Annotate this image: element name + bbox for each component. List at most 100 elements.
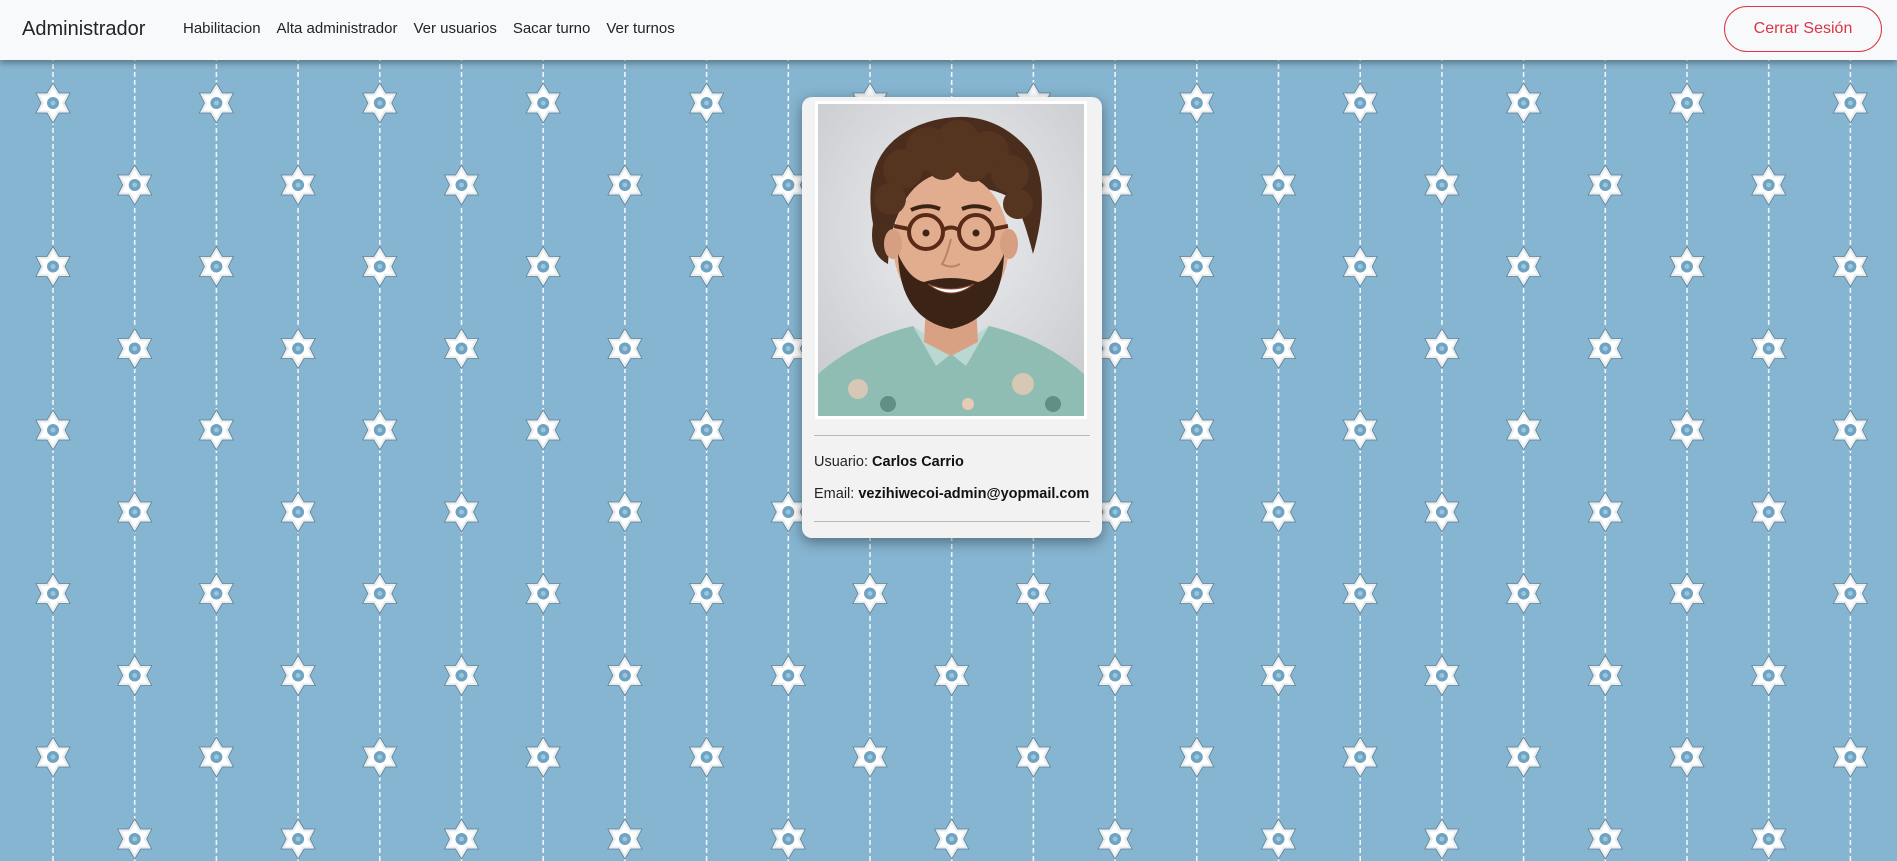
star-ornament-icon <box>1342 409 1378 451</box>
star-ornament-icon <box>444 655 479 696</box>
star-ornament-icon <box>1424 818 1460 860</box>
star-ornament-icon <box>35 82 71 124</box>
navbar-brand[interactable]: Administrador <box>22 16 145 42</box>
star-ornament-icon <box>198 82 234 124</box>
star-ornament-icon <box>1587 818 1623 860</box>
star-ornament-icon <box>1179 409 1215 451</box>
star-ornament-icon <box>35 409 71 451</box>
top-navbar: Administrador Habilitacion Alta administ… <box>0 0 1897 60</box>
nav-link-ver-turnos[interactable]: Ver turnos <box>598 20 682 38</box>
star-ornament-icon <box>1261 328 1296 369</box>
star-ornament-icon <box>1669 736 1705 778</box>
star-ornament-icon <box>1097 818 1133 860</box>
star-ornament-icon <box>1261 491 1296 533</box>
star-ornament-icon <box>1424 164 1460 206</box>
star-ornament-icon <box>1179 736 1215 778</box>
star-ornament-icon <box>1424 328 1460 369</box>
logout-button[interactable]: Cerrar Sesión <box>1724 6 1882 52</box>
star-ornament-icon <box>1097 164 1133 206</box>
star-ornament-icon <box>1751 328 1787 369</box>
star-ornament-icon <box>607 164 643 206</box>
star-ornament-icon <box>362 573 398 614</box>
star-ornament-icon <box>689 736 725 778</box>
user-info-line: Usuario: Carlos Carrio <box>814 454 964 470</box>
star-ornament-icon <box>1506 246 1542 287</box>
star-ornament-icon <box>1097 655 1133 696</box>
star-ornament-icon <box>525 246 561 287</box>
star-ornament-icon <box>1832 736 1868 778</box>
star-ornament-icon <box>1587 328 1623 369</box>
star-ornament-icon <box>1179 246 1215 287</box>
star-ornament-icon <box>770 328 806 369</box>
star-ornament-icon <box>770 818 806 860</box>
star-ornament-icon <box>1261 655 1296 696</box>
star-ornament-icon <box>525 82 561 124</box>
star-ornament-icon <box>198 246 234 287</box>
star-ornament-icon <box>689 246 725 287</box>
star-ornament-icon <box>1587 164 1623 206</box>
star-ornament-icon <box>362 82 398 124</box>
star-ornament-icon <box>1424 491 1460 533</box>
email-label: Email: <box>814 486 855 502</box>
star-ornament-icon <box>770 491 806 533</box>
star-ornament-icon <box>1751 164 1787 206</box>
star-ornament-icon <box>1261 818 1296 860</box>
star-ornament-icon <box>852 736 888 778</box>
star-ornament-icon <box>607 491 643 533</box>
star-ornament-icon <box>35 573 71 614</box>
star-ornament-icon <box>1097 491 1133 533</box>
star-ornament-icon <box>117 655 153 696</box>
star-ornament-icon <box>689 82 725 124</box>
star-ornament-icon <box>1832 246 1868 287</box>
star-ornament-icon <box>934 655 970 696</box>
nav-link-habilitacion[interactable]: Habilitacion <box>175 20 269 38</box>
star-ornament-icon <box>770 655 806 696</box>
star-ornament-icon <box>117 818 153 860</box>
star-ornament-icon <box>280 328 316 369</box>
star-ornament-icon <box>1424 655 1460 696</box>
star-ornament-icon <box>1751 818 1787 860</box>
star-ornament-icon <box>852 573 888 614</box>
star-ornament-icon <box>1587 491 1623 533</box>
star-ornament-icon <box>117 164 153 206</box>
star-ornament-icon <box>1751 655 1787 696</box>
divider-bottom <box>814 521 1090 522</box>
user-email: vezihiwecoi-admin@yopmail.com <box>858 486 1090 502</box>
star-ornament-icon <box>1669 573 1705 614</box>
star-ornament-icon <box>1342 736 1378 778</box>
star-ornament-icon <box>1179 573 1215 614</box>
star-ornament-icon <box>1261 164 1296 206</box>
star-ornament-icon <box>444 818 479 860</box>
star-ornament-icon <box>362 246 398 287</box>
star-ornament-icon <box>1506 736 1542 778</box>
star-ornament-icon <box>1342 246 1378 287</box>
star-ornament-icon <box>1751 491 1787 533</box>
star-ornament-icon <box>525 573 561 614</box>
divider-top <box>814 435 1090 436</box>
star-ornament-icon <box>934 818 970 860</box>
nav-link-sacar-turno[interactable]: Sacar turno <box>505 20 599 38</box>
nav-link-ver-usuarios[interactable]: Ver usuarios <box>405 20 504 38</box>
star-ornament-icon <box>198 736 234 778</box>
star-ornament-icon <box>1506 573 1542 614</box>
star-ornament-icon <box>198 409 234 451</box>
star-ornament-icon <box>117 328 153 369</box>
user-label: Usuario: <box>814 454 868 470</box>
star-ornament-icon <box>1179 82 1215 124</box>
star-ornament-icon <box>35 736 71 778</box>
profile-card: Usuario: Carlos Carrio Email: vezihiweco… <box>802 97 1102 538</box>
email-info-line: Email: vezihiwecoi-admin@yopmail.com <box>814 486 1089 502</box>
star-ornament-icon <box>525 409 561 451</box>
star-ornament-icon <box>1506 409 1542 451</box>
star-ornament-icon <box>280 818 316 860</box>
star-ornament-icon <box>1097 328 1133 369</box>
star-ornament-icon <box>1015 736 1051 778</box>
star-ornament-icon <box>1506 82 1542 124</box>
nav-link-alta-administrador[interactable]: Alta administrador <box>269 20 406 38</box>
avatar <box>815 101 1087 419</box>
star-ornament-icon <box>607 818 643 860</box>
star-ornament-icon <box>35 246 71 287</box>
star-ornament-icon <box>689 409 725 451</box>
star-ornament-icon <box>362 736 398 778</box>
star-ornament-icon <box>444 491 479 533</box>
